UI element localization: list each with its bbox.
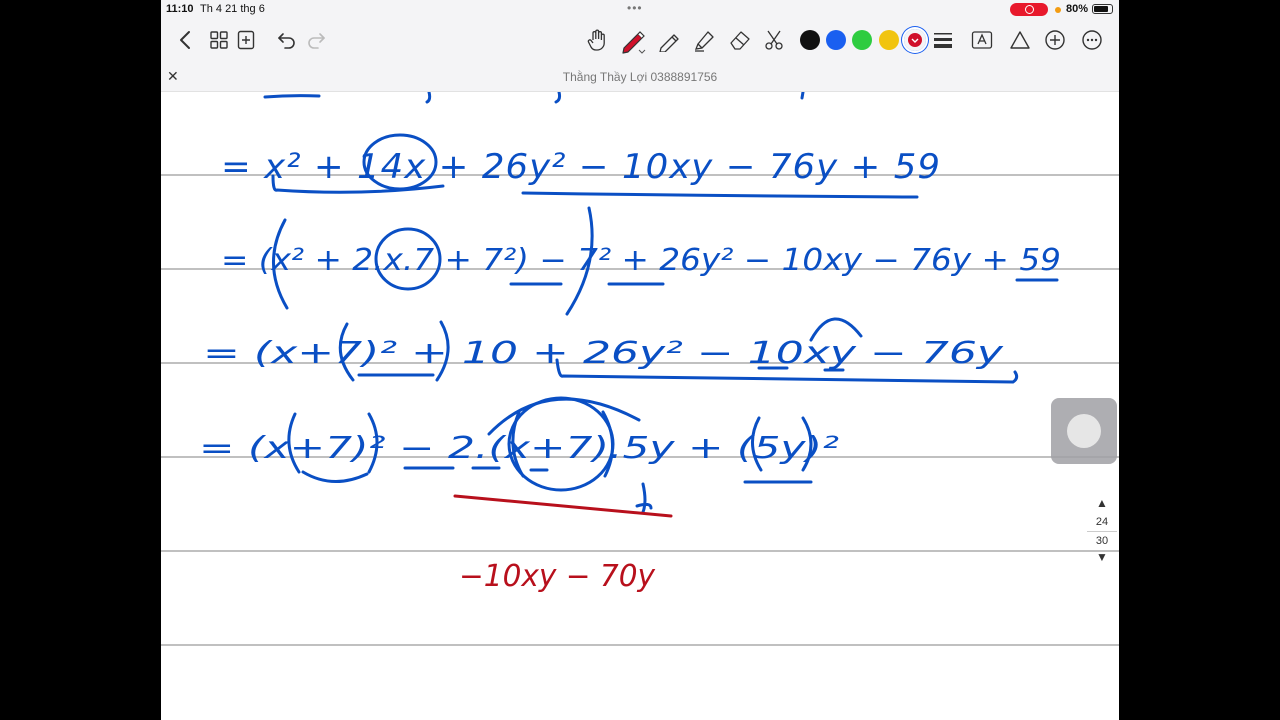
highlighter-icon[interactable] (691, 26, 717, 54)
document-title: Thằng Thầy Lợi 0388891756 (562, 70, 718, 84)
hand-icon[interactable] (585, 26, 609, 54)
previous-line-remnant (263, 92, 805, 104)
multitasking-dots-icon[interactable]: ••• (627, 1, 643, 15)
handwriting-canvas[interactable]: = x² + 14x + 26y² − 10xy − 76y + 59 = (x… (161, 92, 1119, 720)
line-2-text: = (x² + 2.x.7 + 7²) − 7² + 26y² − 10xy −… (221, 243, 1061, 278)
lasso-icon[interactable] (761, 26, 787, 54)
page-up-icon[interactable]: ▲ (1087, 496, 1117, 512)
grid-icon[interactable] (209, 26, 229, 54)
line-4-text: = (x+7)² − 2.(x+7).5y + (5y)² (199, 431, 839, 466)
more-icon[interactable] (1079, 26, 1105, 54)
redo-icon[interactable] (305, 26, 327, 54)
pen-icon[interactable] (619, 26, 647, 54)
screen-recording-icon[interactable] (1010, 3, 1048, 16)
document-title-bar: ✕ Thằng Thầy Lợi 0388891756 (161, 62, 1119, 92)
note-page[interactable]: = x² + 14x + 26y² − 10xy − 76y + 59 = (x… (161, 92, 1119, 720)
line-3-text: = (x+7)² + 10 + 26y² − 10xy − 76y (203, 336, 1005, 371)
toolbar (161, 18, 1119, 62)
color-yellow-swatch[interactable] (879, 30, 899, 50)
back-icon[interactable] (175, 26, 195, 54)
status-time: 11:10 (166, 3, 194, 15)
page-navigator: ▲ 24 30 ▼ (1087, 496, 1117, 564)
page-down-icon[interactable]: ▼ (1087, 550, 1117, 564)
line-5-text: −10xy − 70y (459, 559, 656, 594)
text-box-icon[interactable] (969, 26, 995, 54)
status-bar: 11:10 Th 4 21 thg 6 ••• 80% (161, 0, 1119, 18)
equation-line-4: = (x+7)² − 2.(x+7).5y + (5y)² (199, 396, 839, 514)
stroke-width-icon[interactable] (932, 26, 954, 54)
equation-line-3: = (x+7)² + 10 + 26y² − 10xy − 76y (203, 317, 1019, 384)
status-date: Th 4 21 thg 6 (200, 3, 265, 15)
pencil-icon[interactable] (656, 26, 682, 54)
color-blue-swatch[interactable] (826, 30, 846, 50)
add-icon[interactable] (1042, 26, 1068, 54)
privacy-indicator-icon (1055, 7, 1061, 13)
color-black-swatch[interactable] (800, 30, 820, 50)
equation-line-1: = x² + 14x + 26y² − 10xy − 76y + 59 (221, 133, 941, 199)
color-selected-swatch[interactable] (904, 29, 926, 51)
add-page-icon[interactable] (236, 26, 256, 54)
battery-icon (1092, 4, 1113, 14)
color-green-swatch[interactable] (852, 30, 872, 50)
equation-line-2: = (x² + 2.x.7 + 7²) − 7² + 26y² − 10xy −… (221, 206, 1061, 316)
battery-percent: 80% (1066, 3, 1089, 15)
red-annotations: −10xy − 70y (453, 494, 673, 594)
assistive-touch-button[interactable] (1051, 398, 1117, 464)
line-1-text: = x² + 14x + 26y² − 10xy − 76y + 59 (221, 147, 941, 187)
undo-icon[interactable] (276, 26, 298, 54)
total-pages: 30 (1095, 535, 1109, 547)
current-page: 24 (1087, 512, 1117, 532)
eraser-icon[interactable] (727, 26, 753, 54)
app-screen: 11:10 Th 4 21 thg 6 ••• 80% ✕ Thằng Thầy… (161, 0, 1119, 720)
shape-icon[interactable] (1007, 26, 1033, 54)
